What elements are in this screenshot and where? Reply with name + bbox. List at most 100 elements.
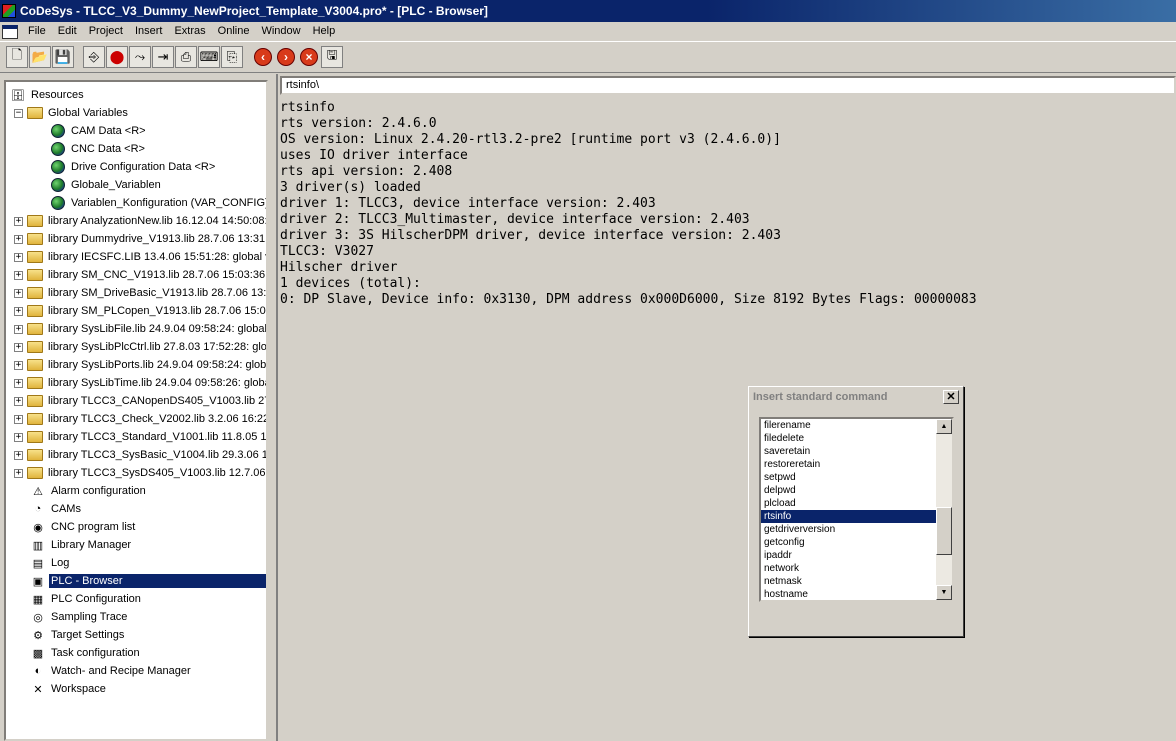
expand-icon[interactable]: + (14, 288, 23, 298)
tree-item-library[interactable]: + library SysLibFile.lib 24.9.04 09:58:24… (14, 320, 266, 338)
expand-icon[interactable]: + (14, 378, 23, 388)
tree-item-resource[interactable]: ⚠ Alarm configuration (30, 482, 148, 500)
menu-file[interactable]: File (22, 22, 52, 41)
command-option[interactable]: restoreretain (761, 458, 952, 471)
tree-item-library[interactable]: + library Dummydrive_V1913.lib 28.7.06 13… (14, 230, 266, 248)
command-option[interactable]: saveretain (761, 445, 952, 458)
command-option[interactable]: filerename (761, 419, 952, 432)
tree-item-library[interactable]: + library TLCC3_CANopenDS405_V1003.lib 27 (14, 392, 266, 410)
tree-item-global-var[interactable]: Drive Configuration Data <R> (50, 158, 217, 176)
tree-item-resource[interactable]: ▥ Library Manager (30, 536, 133, 554)
left-panel-splitter[interactable] (268, 80, 274, 741)
tree-item-global-var[interactable]: Variablen_Konfiguration (VAR_CONFIG) (50, 194, 266, 212)
tree-item-library[interactable]: + library AnalyzationNew.lib 16.12.04 14:… (14, 212, 266, 230)
login-button[interactable]: ⎆ (83, 46, 105, 68)
folder-icon (27, 233, 43, 245)
menu-window[interactable]: Window (255, 22, 306, 41)
output-line: 0: DP Slave, Device info: 0x3130, DPM ad… (280, 292, 977, 307)
command-option[interactable]: network (761, 562, 952, 575)
cancel-button[interactable]: × (298, 46, 320, 68)
save-history-button[interactable]: 🖫 (321, 46, 343, 68)
forward-button[interactable]: › (275, 46, 297, 68)
step-in-button[interactable]: ⇥ (152, 46, 174, 68)
single-cycle-button[interactable]: ⎙ (175, 46, 197, 68)
command-input[interactable]: rtsinfo\ (280, 76, 1176, 95)
command-listbox[interactable]: filerename filedelete saveretain restoreret… (759, 417, 954, 602)
expand-icon[interactable]: + (14, 216, 23, 226)
command-option[interactable]: getdriverversion (761, 523, 952, 536)
command-option[interactable]: ipaddr (761, 549, 952, 562)
expand-icon[interactable]: + (14, 432, 23, 442)
tree-item-global-var[interactable]: CNC Data <R> (50, 140, 147, 158)
force-values-button[interactable]: ⎘ (221, 46, 243, 68)
expand-icon[interactable]: + (14, 324, 23, 334)
command-option[interactable]: netmask (761, 575, 952, 588)
scroll-down-button[interactable]: ▼ (936, 585, 952, 600)
menu-help[interactable]: Help (307, 22, 342, 41)
output-line: rts api version: 2.408 (280, 164, 453, 179)
tree-item-library[interactable]: + library IECSFC.LIB 13.4.06 15:51:28: gl… (14, 248, 266, 266)
menu-insert[interactable]: Insert (129, 22, 169, 41)
command-option[interactable]: plcload (761, 497, 952, 510)
stop-button[interactable]: ⬤ (106, 46, 128, 68)
command-option[interactable]: delpwd (761, 484, 952, 497)
expand-icon[interactable]: + (14, 468, 23, 478)
expand-icon[interactable]: + (14, 450, 23, 460)
collapse-icon[interactable]: − (14, 108, 23, 118)
tree-root-resources[interactable]: 🗄 Resources (10, 86, 86, 104)
tree-item-library[interactable]: + library SM_DriveBasic_V1913.lib 28.7.06… (14, 284, 266, 302)
tree-item-library[interactable]: + library SysLibPlcCtrl.lib 27.8.03 17:52… (14, 338, 266, 356)
dialog-close-button[interactable]: ✕ (943, 390, 959, 404)
tree-item-resource[interactable]: ◔ CAMs (30, 500, 83, 518)
new-file-button[interactable]: 🗋 (6, 46, 28, 68)
listbox-scrollbar[interactable]: ▲ ▼ (936, 419, 952, 600)
expand-icon[interactable]: + (14, 342, 23, 352)
write-values-button[interactable]: ⌨ (198, 46, 220, 68)
menu-extras[interactable]: Extras (168, 22, 211, 41)
tree-item-resource[interactable]: ▩ Task configuration (30, 644, 142, 662)
tree-item-library[interactable]: + library SysLibPorts.lib 24.9.04 09:58:2… (14, 356, 266, 374)
tree-item-resource[interactable]: ▣ PLC - Browser (30, 572, 266, 590)
tree-item-library[interactable]: + library SysLibTime.lib 24.9.04 09:58:26… (14, 374, 266, 392)
open-file-button[interactable]: 📂 (29, 46, 51, 68)
expand-icon[interactable]: + (14, 396, 23, 406)
expand-icon[interactable]: + (14, 360, 23, 370)
menu-project[interactable]: Project (83, 22, 129, 41)
expand-icon[interactable]: + (14, 306, 23, 316)
tree-item-resource[interactable]: ◎ Sampling Trace (30, 608, 129, 626)
expand-icon[interactable]: + (14, 234, 23, 244)
expand-icon[interactable]: + (14, 270, 23, 280)
tree-item-resource[interactable]: ▦ PLC Configuration (30, 590, 143, 608)
tree-item-resource[interactable]: ▤ Log (30, 554, 71, 572)
tree-item-resource[interactable]: ✕ Workspace (30, 680, 108, 698)
document-window-icon[interactable] (2, 24, 18, 39)
tree-item-library[interactable]: + library TLCC3_Standard_V1001.lib 11.8.0… (14, 428, 266, 446)
tree-item-resource[interactable]: ◉ CNC program list (30, 518, 137, 536)
step-over-button[interactable]: ⤳ (129, 46, 151, 68)
command-option[interactable]: getconfig (761, 536, 952, 549)
tree-item-library[interactable]: + library SM_PLCopen_V1913.lib 28.7.06 15… (14, 302, 266, 320)
tree-item-library[interactable]: + library TLCC3_SysDS405_V1003.lib 12.7.0… (14, 464, 266, 482)
tree-item-library[interactable]: + library SM_CNC_V1913.lib 28.7.06 15:03:… (14, 266, 266, 284)
command-option[interactable]: filedelete (761, 432, 952, 445)
globe-icon (51, 142, 65, 156)
tree-item-global-variables[interactable]: − Global Variables (14, 104, 130, 122)
tree-item-global-var[interactable]: Globale_Variablen (50, 176, 163, 194)
tree-item-global-var[interactable]: CAM Data <R> (50, 122, 148, 140)
command-option[interactable]: rtsinfo (761, 510, 952, 523)
scroll-thumb[interactable] (936, 507, 952, 555)
tree-item-resource[interactable]: ⚙ Target Settings (30, 626, 126, 644)
command-option[interactable]: setpwd (761, 471, 952, 484)
tree-item-library[interactable]: + library TLCC3_Check_V2002.lib 3.2.06 16… (14, 410, 266, 428)
tree-item-library[interactable]: + library TLCC3_SysBasic_V1004.lib 29.3.0… (14, 446, 266, 464)
command-option[interactable]: hostname (761, 588, 952, 600)
expand-icon[interactable]: + (14, 252, 23, 262)
save-button[interactable]: 💾 (52, 46, 74, 68)
expand-icon[interactable]: + (14, 414, 23, 424)
tree-item-resource[interactable]: ◐ Watch- and Recipe Manager (30, 662, 193, 680)
menu-edit[interactable]: Edit (52, 22, 83, 41)
menu-online[interactable]: Online (212, 22, 256, 41)
scroll-up-button[interactable]: ▲ (936, 419, 952, 434)
back-button[interactable]: ‹ (252, 46, 274, 68)
object-organizer-tree[interactable]: 🗄 Resources − Global Variables CAM Data … (4, 80, 268, 741)
